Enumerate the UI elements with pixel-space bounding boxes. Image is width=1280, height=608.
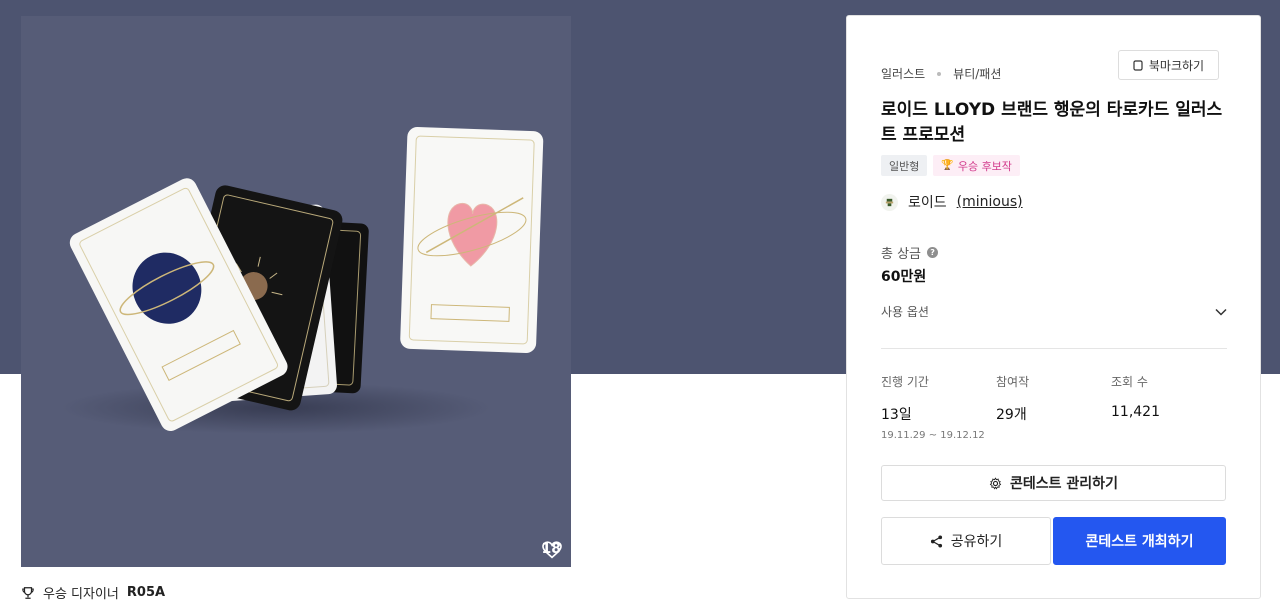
tag-list: 일반형 🏆 우승 후보작 — [881, 155, 1020, 176]
stat-entries-value: 29개 — [996, 407, 1027, 423]
bookmark-button[interactable]: 북마크하기 — [1118, 50, 1219, 80]
host-contest-button[interactable]: 콘테스트 개최하기 — [1053, 517, 1226, 565]
like-counter[interactable]: 18 — [541, 541, 562, 559]
trophy-icon — [22, 586, 34, 599]
manage-contest-label: 콘테스트 관리하기 — [1010, 476, 1118, 492]
stat-period-value: 13일 — [881, 407, 912, 423]
bookmark-label: 북마크하기 — [1148, 58, 1205, 73]
trophy-icon: 🏆 — [941, 160, 954, 171]
stat-views-label: 조회 수 — [1111, 375, 1148, 389]
stat-views: 조회 수 11,421 — [1111, 373, 1160, 420]
help-icon[interactable]: ? — [927, 247, 939, 258]
winner-info: 우승 디자이너 R05A — [21, 583, 165, 602]
chevron-down-icon — [1215, 308, 1227, 316]
usage-options-toggle[interactable]: 사용 옵션 — [881, 303, 1227, 320]
winner-label: 우승 디자이너 — [43, 587, 119, 602]
author-handle[interactable]: (minious) — [957, 194, 1023, 210]
contest-info-panel: 일러스트 뷰티/패션 북마크하기 로이드 LLOYD 브랜드 행운의 타로카드 … — [846, 15, 1261, 599]
author-name: 로이드 — [908, 195, 947, 211]
candidate-label: 우승 후보작 — [957, 159, 1012, 173]
stat-period: 진행 기간 13일 19.11.29 ~ 19.12.12 — [881, 373, 985, 441]
stat-period-label: 진행 기간 — [881, 375, 929, 389]
divider — [881, 348, 1227, 349]
share-icon — [930, 534, 942, 548]
prize-label-text: 총 상금 — [881, 247, 922, 262]
breadcrumb-separator — [937, 71, 942, 76]
stat-period-range: 19.11.29 ~ 19.12.12 — [881, 430, 985, 441]
stat-entries: 참여작 29개 — [996, 373, 1029, 424]
contest-artwork[interactable]: 18 — [21, 16, 571, 567]
bookmark-icon — [1133, 59, 1143, 71]
prize-label: 총 상금 ? — [881, 243, 939, 262]
breadcrumb-subcategory[interactable]: 뷰티/패션 — [953, 65, 1001, 82]
share-button[interactable]: 공유하기 — [881, 517, 1051, 565]
type-badge: 일반형 — [881, 155, 928, 176]
breadcrumb: 일러스트 뷰티/패션 — [881, 65, 1001, 82]
manage-contest-button[interactable]: 콘테스트 관리하기 — [881, 465, 1226, 501]
winner-name[interactable]: R05A — [127, 585, 165, 600]
heart-icon — [541, 541, 562, 559]
usage-options-label: 사용 옵션 — [881, 305, 929, 319]
breadcrumb-category[interactable]: 일러스트 — [881, 65, 925, 82]
avatar-icon — [885, 198, 894, 206]
stat-entries-label: 참여작 — [996, 375, 1030, 389]
candidate-badge: 🏆 우승 후보작 — [933, 155, 1020, 176]
author-info[interactable]: 로이드 (minious) — [881, 192, 1023, 212]
avatar — [881, 193, 898, 211]
tarot-cards-illustration — [61, 127, 544, 434]
contest-title: 로이드 LLOYD 브랜드 행운의 타로카드 일러스트 프로모션 — [881, 100, 1223, 145]
gear-icon — [989, 476, 1002, 489]
share-label: 공유하기 — [950, 534, 1003, 550]
stat-views-value: 11,421 — [1111, 404, 1160, 420]
prize-value: 60만원 — [881, 269, 927, 285]
